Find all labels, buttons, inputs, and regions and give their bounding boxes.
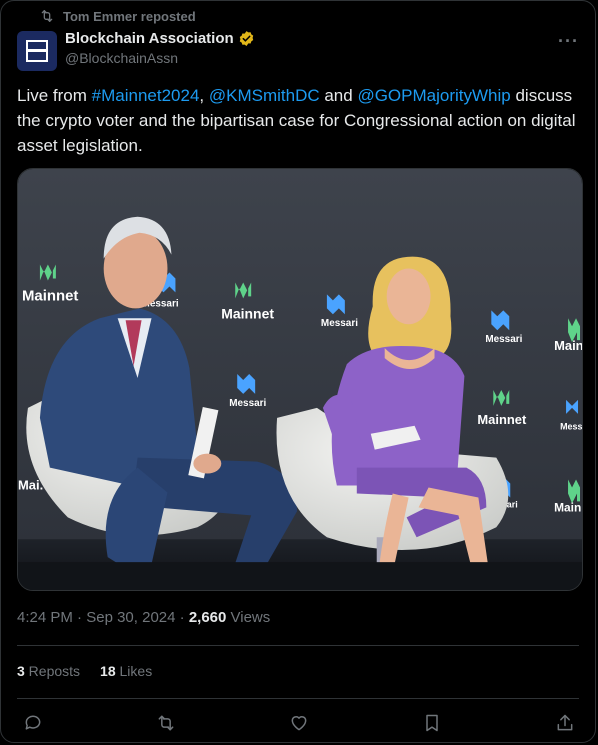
- separator: ·: [72, 609, 87, 626]
- tweet-photo[interactable]: Mainnet Mainnet Messari Messari Messari: [17, 168, 583, 591]
- backdrop-text: Messari: [485, 334, 522, 345]
- reposts-count: 3: [17, 663, 25, 679]
- backdrop-text: Mainnet: [221, 305, 274, 321]
- backdrop-text: Mainnet: [477, 412, 527, 427]
- post-date[interactable]: Sep 30, 2024: [86, 609, 175, 626]
- divider: [17, 645, 579, 646]
- tweet-text-part: Live from: [17, 86, 92, 105]
- engagement-stats: 3 Reposts 18 Likes: [17, 663, 152, 679]
- stage-photo: Mainnet Mainnet Messari Messari Messari: [18, 169, 582, 590]
- avatar[interactable]: [17, 31, 57, 71]
- likes-label: Likes: [115, 663, 153, 679]
- post-time[interactable]: 4:24 PM: [17, 609, 73, 626]
- share-icon[interactable]: [555, 713, 575, 733]
- reposts-stat[interactable]: 3 Reposts: [17, 663, 80, 679]
- likes-stat[interactable]: 18 Likes: [100, 663, 152, 679]
- hashtag-link[interactable]: #Mainnet2024: [92, 86, 200, 105]
- author-handle[interactable]: @BlockchainAssn: [65, 50, 255, 66]
- likes-count: 18: [100, 663, 116, 679]
- reply-icon[interactable]: [23, 713, 43, 733]
- like-icon[interactable]: [289, 713, 309, 733]
- backdrop-text: Mainnet: [22, 287, 78, 304]
- backdrop-text: Messari: [229, 398, 266, 409]
- views-label: Views: [226, 609, 271, 626]
- repost-icon: [41, 10, 53, 22]
- tweet-text-part: and: [319, 86, 358, 105]
- author-block: Blockchain Association @BlockchainAssn: [65, 30, 255, 66]
- repost-icon[interactable]: [156, 713, 176, 733]
- repost-context[interactable]: Tom Emmer reposted: [39, 8, 196, 24]
- author-name[interactable]: Blockchain Association: [65, 30, 234, 47]
- reposts-label: Reposts: [24, 663, 81, 679]
- backdrop-text-partial: Mai.: [18, 477, 43, 492]
- views-count: 2,660: [188, 609, 227, 626]
- backdrop-text: Mainnet: [554, 338, 582, 353]
- backdrop-text: Messari: [560, 422, 582, 432]
- bookmark-icon[interactable]: [422, 713, 442, 733]
- backdrop-text: Messari: [321, 318, 358, 329]
- separator: ·: [175, 609, 189, 626]
- mention-link-gopmajoritywhip[interactable]: @GOPMajorityWhip: [357, 86, 510, 105]
- mention-link-kmsmithdc[interactable]: @KMSmithDC: [209, 86, 320, 105]
- repost-text: Tom Emmer reposted: [63, 8, 196, 24]
- tweet-card[interactable]: Tom Emmer reposted Blockchain Associatio…: [0, 0, 596, 743]
- action-bar: [17, 709, 579, 737]
- tweet-meta: 4:24 PM · Sep 30, 2024 · 2,660 Views: [17, 609, 270, 626]
- verified-badge-icon: [239, 31, 253, 46]
- more-options-icon[interactable]: ···: [558, 31, 579, 52]
- divider: [17, 698, 579, 699]
- tweet-text: Live from #Mainnet2024, @KMSmithDC and @…: [17, 83, 577, 158]
- tweet-text-part: ,: [199, 86, 209, 105]
- backdrop-text: Mainnet: [554, 500, 582, 514]
- blockchain-association-logo: [26, 40, 48, 62]
